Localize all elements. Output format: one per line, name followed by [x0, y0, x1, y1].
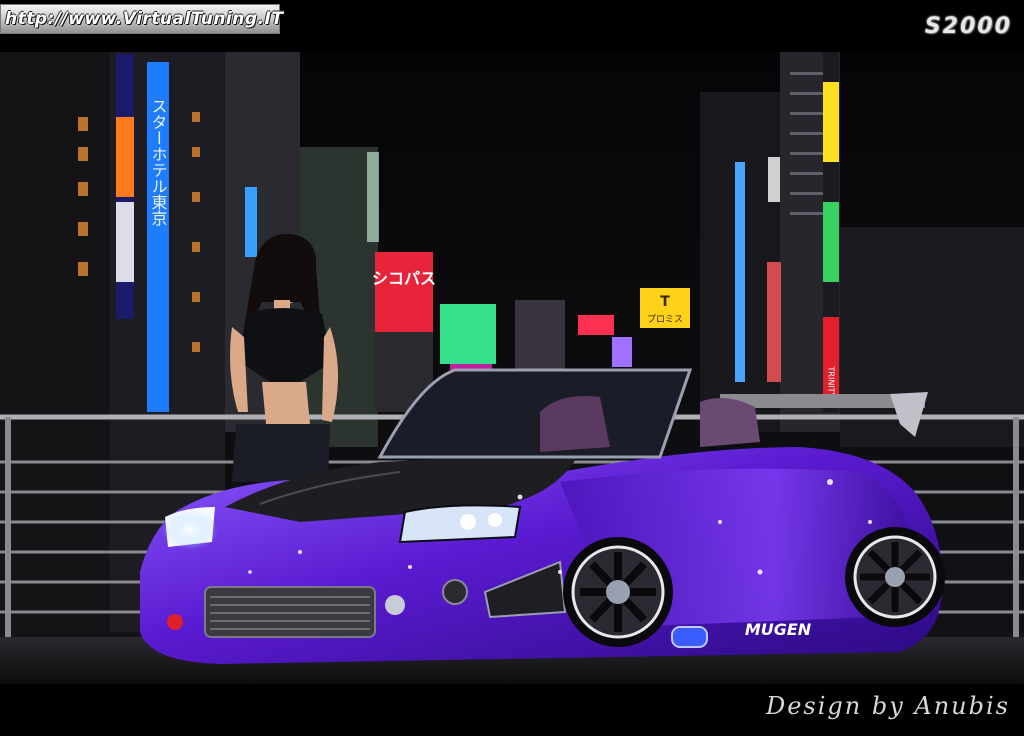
website-url: http://www.VirtualTuning.IT [5, 9, 284, 29]
wallpaper: http://www.VirtualTuning.IT S2000 スターホテル… [0, 0, 1024, 736]
tower-sign-text: TRINITY [827, 366, 836, 398]
photo-scene: スターホテル東京 シコパス T プロミス TRINITY MUGEN [0, 52, 1024, 684]
hotel-sign-text: スターホテル東京 [149, 98, 168, 227]
yellow-sign-text: プロミス [647, 314, 683, 325]
designer-credit: Design by Anubis [765, 692, 1010, 720]
yellow-sign-logo: T [660, 294, 670, 310]
website-banner: http://www.VirtualTuning.IT [0, 4, 284, 34]
billboard-text: シコパス [372, 269, 436, 288]
mugen-decal: MUGEN [745, 620, 812, 639]
model-logo: S2000 [924, 14, 1012, 39]
